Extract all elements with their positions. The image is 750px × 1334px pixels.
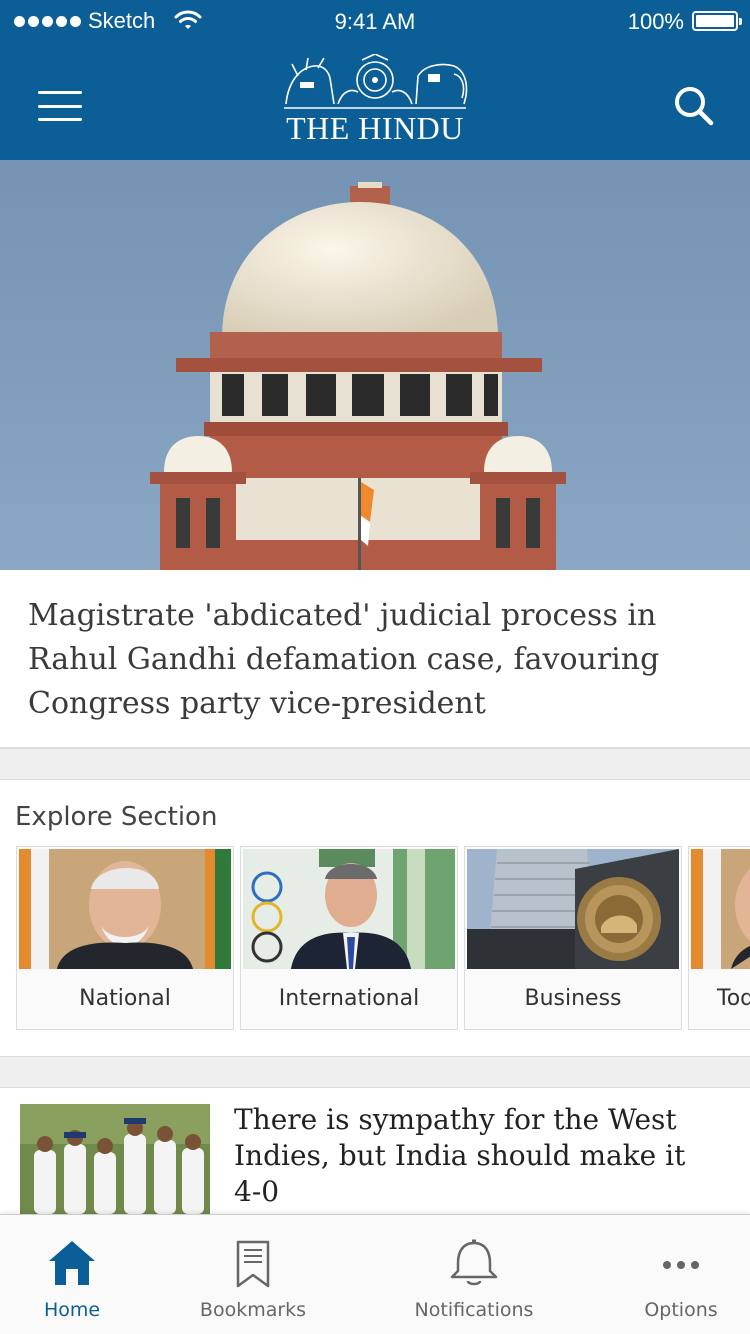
tab-label: Notifications <box>414 1299 534 1321</box>
hamburger-menu-icon[interactable] <box>38 91 82 121</box>
hero-headline[interactable]: Magistrate 'abdicated' judicial process … <box>28 594 728 726</box>
explore-card-international[interactable]: International <box>240 846 458 1030</box>
explore-card-today[interactable]: Tod <box>688 846 750 1030</box>
the-hindu-logo[interactable]: THE HINDU <box>270 54 480 150</box>
hero-headline-block[interactable]: Magistrate 'abdicated' judicial process … <box>0 570 750 748</box>
explore-cards-carousel[interactable]: National International Business Tod <box>16 846 750 1030</box>
tab-label: Options <box>644 1299 718 1321</box>
explore-card-business[interactable]: Business <box>464 846 682 1030</box>
supreme-court-illustration <box>0 160 750 570</box>
battery-percentage: 100% <box>627 9 684 34</box>
tab-home[interactable]: Home <box>0 1215 144 1334</box>
today-thumbnail <box>691 849 750 969</box>
business-thumbnail <box>467 849 679 969</box>
article-title[interactable]: There is sympathy for the West Indies, b… <box>234 1102 714 1210</box>
section-divider <box>0 748 750 780</box>
article-list-item[interactable]: There is sympathy for the West Indies, b… <box>0 1088 750 1214</box>
tab-options[interactable]: Options <box>620 1215 742 1334</box>
tab-bookmarks[interactable]: Bookmarks <box>180 1215 326 1334</box>
explore-card-label: International <box>278 986 420 1011</box>
battery-icon <box>692 11 742 31</box>
article-thumbnail <box>20 1104 210 1214</box>
national-thumbnail <box>19 849 231 969</box>
search-icon[interactable] <box>672 84 716 128</box>
explore-card-national[interactable]: National <box>16 846 234 1030</box>
logo-wordmark: THE HINDU <box>286 110 464 146</box>
tab-label: Home <box>43 1299 101 1321</box>
explore-card-label: Tod <box>717 986 750 1011</box>
app-header: THE HINDU <box>0 44 750 160</box>
explore-section: Explore Section National International B… <box>0 780 750 1056</box>
status-bar: Sketch 9:41 AM 100% <box>0 0 750 44</box>
explore-section-title: Explore Section <box>15 802 218 832</box>
home-icon <box>49 1241 95 1285</box>
more-dots-icon <box>663 1261 699 1269</box>
international-thumbnail <box>243 849 455 969</box>
bottom-tab-bar: Home Bookmarks Notifications Options <box>0 1214 750 1334</box>
tab-label: Bookmarks <box>199 1299 307 1321</box>
explore-card-label: National <box>79 986 171 1011</box>
explore-card-label: Business <box>524 986 622 1011</box>
tab-notifications[interactable]: Notifications <box>400 1215 548 1334</box>
section-divider <box>0 1056 750 1088</box>
hero-image[interactable] <box>0 160 750 570</box>
bell-icon <box>450 1239 498 1286</box>
bookmark-icon <box>236 1240 270 1288</box>
crest-icon <box>284 54 468 109</box>
